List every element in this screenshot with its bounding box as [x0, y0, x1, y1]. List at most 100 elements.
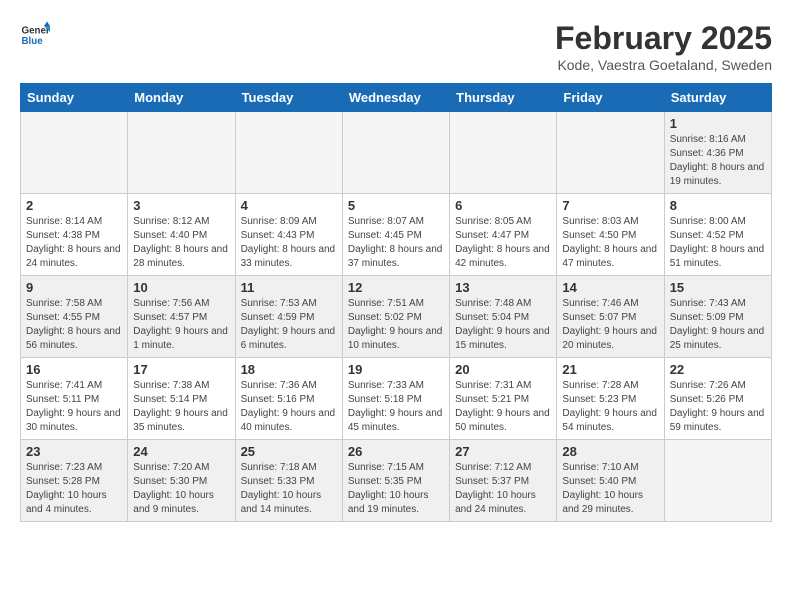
- calendar-week-row: 2Sunrise: 8:14 AM Sunset: 4:38 PM Daylig…: [21, 194, 772, 276]
- calendar-cell: 26 Sunrise: 7:15 AM Sunset: 5:35 PM Dayli…: [342, 440, 449, 522]
- calendar-cell: 19Sunrise: 7:33 AM Sunset: 5:18 PM Dayli…: [342, 358, 449, 440]
- calendar-cell: [21, 112, 128, 194]
- day-info: Sunrise: 7:43 AM Sunset: 5:09 PM Dayligh…: [670, 297, 766, 353]
- calendar-cell: 18 Sunrise: 7:36 AM Sunset: 5:16 PM Dayli…: [235, 358, 342, 440]
- day-number: 26: [348, 444, 444, 459]
- calendar-cell: 8 Sunrise: 8:00 AM Sunset: 4:52 PM Daylig…: [664, 194, 771, 276]
- col-header-sunday: Sunday: [21, 84, 128, 112]
- day-number: 14: [562, 280, 658, 295]
- day-number: 19: [348, 362, 444, 377]
- calendar-cell: 1Sunrise: 8:16 AM Sunset: 4:36 PM Daylig…: [664, 112, 771, 194]
- day-info: Sunrise: 7:12 AM Sunset: 5:37 PM Dayligh…: [455, 461, 551, 517]
- day-number: 6: [455, 198, 551, 213]
- day-info: Sunrise: 7:28 AM Sunset: 5:23 PM Dayligh…: [562, 379, 658, 435]
- day-info: Sunrise: 7:26 AM Sunset: 5:26 PM Dayligh…: [670, 379, 766, 435]
- logo-icon: General Blue: [20, 20, 50, 50]
- day-info: Sunrise: 7:53 AM Sunset: 4:59 PM Dayligh…: [241, 297, 337, 353]
- day-info: Sunrise: 7:46 AM Sunset: 5:07 PM Dayligh…: [562, 297, 658, 353]
- calendar-cell: 5 Sunrise: 8:07 AM Sunset: 4:45 PM Daylig…: [342, 194, 449, 276]
- day-info: Sunrise: 7:20 AM Sunset: 5:30 PM Dayligh…: [133, 461, 229, 517]
- title-block: February 2025 Kode, Vaestra Goetaland, S…: [555, 20, 772, 73]
- calendar-cell: 10 Sunrise: 7:56 AM Sunset: 4:57 PM Dayli…: [128, 276, 235, 358]
- day-info: Sunrise: 7:31 AM Sunset: 5:21 PM Dayligh…: [455, 379, 551, 435]
- day-info: Sunrise: 8:00 AM Sunset: 4:52 PM Dayligh…: [670, 215, 766, 271]
- calendar-cell: 21 Sunrise: 7:28 AM Sunset: 5:23 PM Dayli…: [557, 358, 664, 440]
- calendar-header-row: SundayMondayTuesdayWednesdayThursdayFrid…: [21, 84, 772, 112]
- page-header: General Blue February 2025 Kode, Vaestra…: [20, 20, 772, 73]
- day-number: 8: [670, 198, 766, 213]
- day-info: Sunrise: 7:51 AM Sunset: 5:02 PM Dayligh…: [348, 297, 444, 353]
- day-number: 16: [26, 362, 122, 377]
- day-info: Sunrise: 8:09 AM Sunset: 4:43 PM Dayligh…: [241, 215, 337, 271]
- col-header-wednesday: Wednesday: [342, 84, 449, 112]
- day-number: 7: [562, 198, 658, 213]
- calendar-cell: 4 Sunrise: 8:09 AM Sunset: 4:43 PM Daylig…: [235, 194, 342, 276]
- calendar-cell: 12 Sunrise: 7:51 AM Sunset: 5:02 PM Dayli…: [342, 276, 449, 358]
- calendar-cell: 9 Sunrise: 7:58 AM Sunset: 4:55 PM Daylig…: [21, 276, 128, 358]
- calendar-cell: 22 Sunrise: 7:26 AM Sunset: 5:26 PM Dayli…: [664, 358, 771, 440]
- day-number: 17: [133, 362, 229, 377]
- day-info: Sunrise: 7:56 AM Sunset: 4:57 PM Dayligh…: [133, 297, 229, 353]
- calendar-cell: 16 Sunrise: 7:41 AM Sunset: 5:11 PM Dayli…: [21, 358, 128, 440]
- calendar-cell: [128, 112, 235, 194]
- day-number: 1: [670, 116, 766, 131]
- day-number: 9: [26, 280, 122, 295]
- day-info: Sunrise: 8:07 AM Sunset: 4:45 PM Dayligh…: [348, 215, 444, 271]
- day-number: 25: [241, 444, 337, 459]
- day-number: 20: [455, 362, 551, 377]
- calendar-cell: [235, 112, 342, 194]
- day-info: Sunrise: 7:38 AM Sunset: 5:14 PM Dayligh…: [133, 379, 229, 435]
- day-info: Sunrise: 8:14 AM Sunset: 4:38 PM Dayligh…: [26, 215, 122, 271]
- day-number: 22: [670, 362, 766, 377]
- day-info: Sunrise: 7:10 AM Sunset: 5:40 PM Dayligh…: [562, 461, 658, 517]
- day-info: Sunrise: 7:41 AM Sunset: 5:11 PM Dayligh…: [26, 379, 122, 435]
- day-info: Sunrise: 7:23 AM Sunset: 5:28 PM Dayligh…: [26, 461, 122, 517]
- calendar-cell: 15 Sunrise: 7:43 AM Sunset: 5:09 PM Dayli…: [664, 276, 771, 358]
- calendar-week-row: 23 Sunrise: 7:23 AM Sunset: 5:28 PM Dayli…: [21, 440, 772, 522]
- col-header-friday: Friday: [557, 84, 664, 112]
- day-info: Sunrise: 7:58 AM Sunset: 4:55 PM Dayligh…: [26, 297, 122, 353]
- day-number: 5: [348, 198, 444, 213]
- day-info: Sunrise: 7:36 AM Sunset: 5:16 PM Dayligh…: [241, 379, 337, 435]
- calendar-cell: [664, 440, 771, 522]
- day-number: 23: [26, 444, 122, 459]
- day-info: Sunrise: 7:18 AM Sunset: 5:33 PM Dayligh…: [241, 461, 337, 517]
- day-number: 21: [562, 362, 658, 377]
- location-subtitle: Kode, Vaestra Goetaland, Sweden: [555, 57, 772, 73]
- calendar-cell: 2Sunrise: 8:14 AM Sunset: 4:38 PM Daylig…: [21, 194, 128, 276]
- calendar-table: SundayMondayTuesdayWednesdayThursdayFrid…: [20, 83, 772, 522]
- calendar-week-row: 9 Sunrise: 7:58 AM Sunset: 4:55 PM Daylig…: [21, 276, 772, 358]
- day-info: Sunrise: 8:03 AM Sunset: 4:50 PM Dayligh…: [562, 215, 658, 271]
- day-number: 10: [133, 280, 229, 295]
- calendar-cell: [342, 112, 449, 194]
- calendar-cell: 17 Sunrise: 7:38 AM Sunset: 5:14 PM Dayli…: [128, 358, 235, 440]
- col-header-tuesday: Tuesday: [235, 84, 342, 112]
- calendar-cell: 23 Sunrise: 7:23 AM Sunset: 5:28 PM Dayli…: [21, 440, 128, 522]
- calendar-cell: 3Sunrise: 8:12 AM Sunset: 4:40 PM Daylig…: [128, 194, 235, 276]
- calendar-cell: 28 Sunrise: 7:10 AM Sunset: 5:40 PM Dayli…: [557, 440, 664, 522]
- day-number: 28: [562, 444, 658, 459]
- calendar-cell: 25 Sunrise: 7:18 AM Sunset: 5:33 PM Dayli…: [235, 440, 342, 522]
- calendar-cell: 14 Sunrise: 7:46 AM Sunset: 5:07 PM Dayli…: [557, 276, 664, 358]
- calendar-cell: 13Sunrise: 7:48 AM Sunset: 5:04 PM Dayli…: [450, 276, 557, 358]
- svg-text:Blue: Blue: [22, 36, 44, 47]
- day-number: 4: [241, 198, 337, 213]
- day-number: 27: [455, 444, 551, 459]
- day-number: 18: [241, 362, 337, 377]
- day-number: 24: [133, 444, 229, 459]
- logo: General Blue: [20, 20, 50, 50]
- col-header-thursday: Thursday: [450, 84, 557, 112]
- day-number: 3: [133, 198, 229, 213]
- col-header-saturday: Saturday: [664, 84, 771, 112]
- day-number: 12: [348, 280, 444, 295]
- calendar-cell: 6 Sunrise: 8:05 AM Sunset: 4:47 PM Daylig…: [450, 194, 557, 276]
- calendar-cell: [450, 112, 557, 194]
- col-header-monday: Monday: [128, 84, 235, 112]
- calendar-cell: 27 Sunrise: 7:12 AM Sunset: 5:37 PM Dayli…: [450, 440, 557, 522]
- day-info: Sunrise: 7:15 AM Sunset: 5:35 PM Dayligh…: [348, 461, 444, 517]
- calendar-cell: 11Sunrise: 7:53 AM Sunset: 4:59 PM Dayli…: [235, 276, 342, 358]
- day-info: Sunrise: 8:05 AM Sunset: 4:47 PM Dayligh…: [455, 215, 551, 271]
- day-number: 15: [670, 280, 766, 295]
- day-number: 13: [455, 280, 551, 295]
- calendar-cell: 7 Sunrise: 8:03 AM Sunset: 4:50 PM Daylig…: [557, 194, 664, 276]
